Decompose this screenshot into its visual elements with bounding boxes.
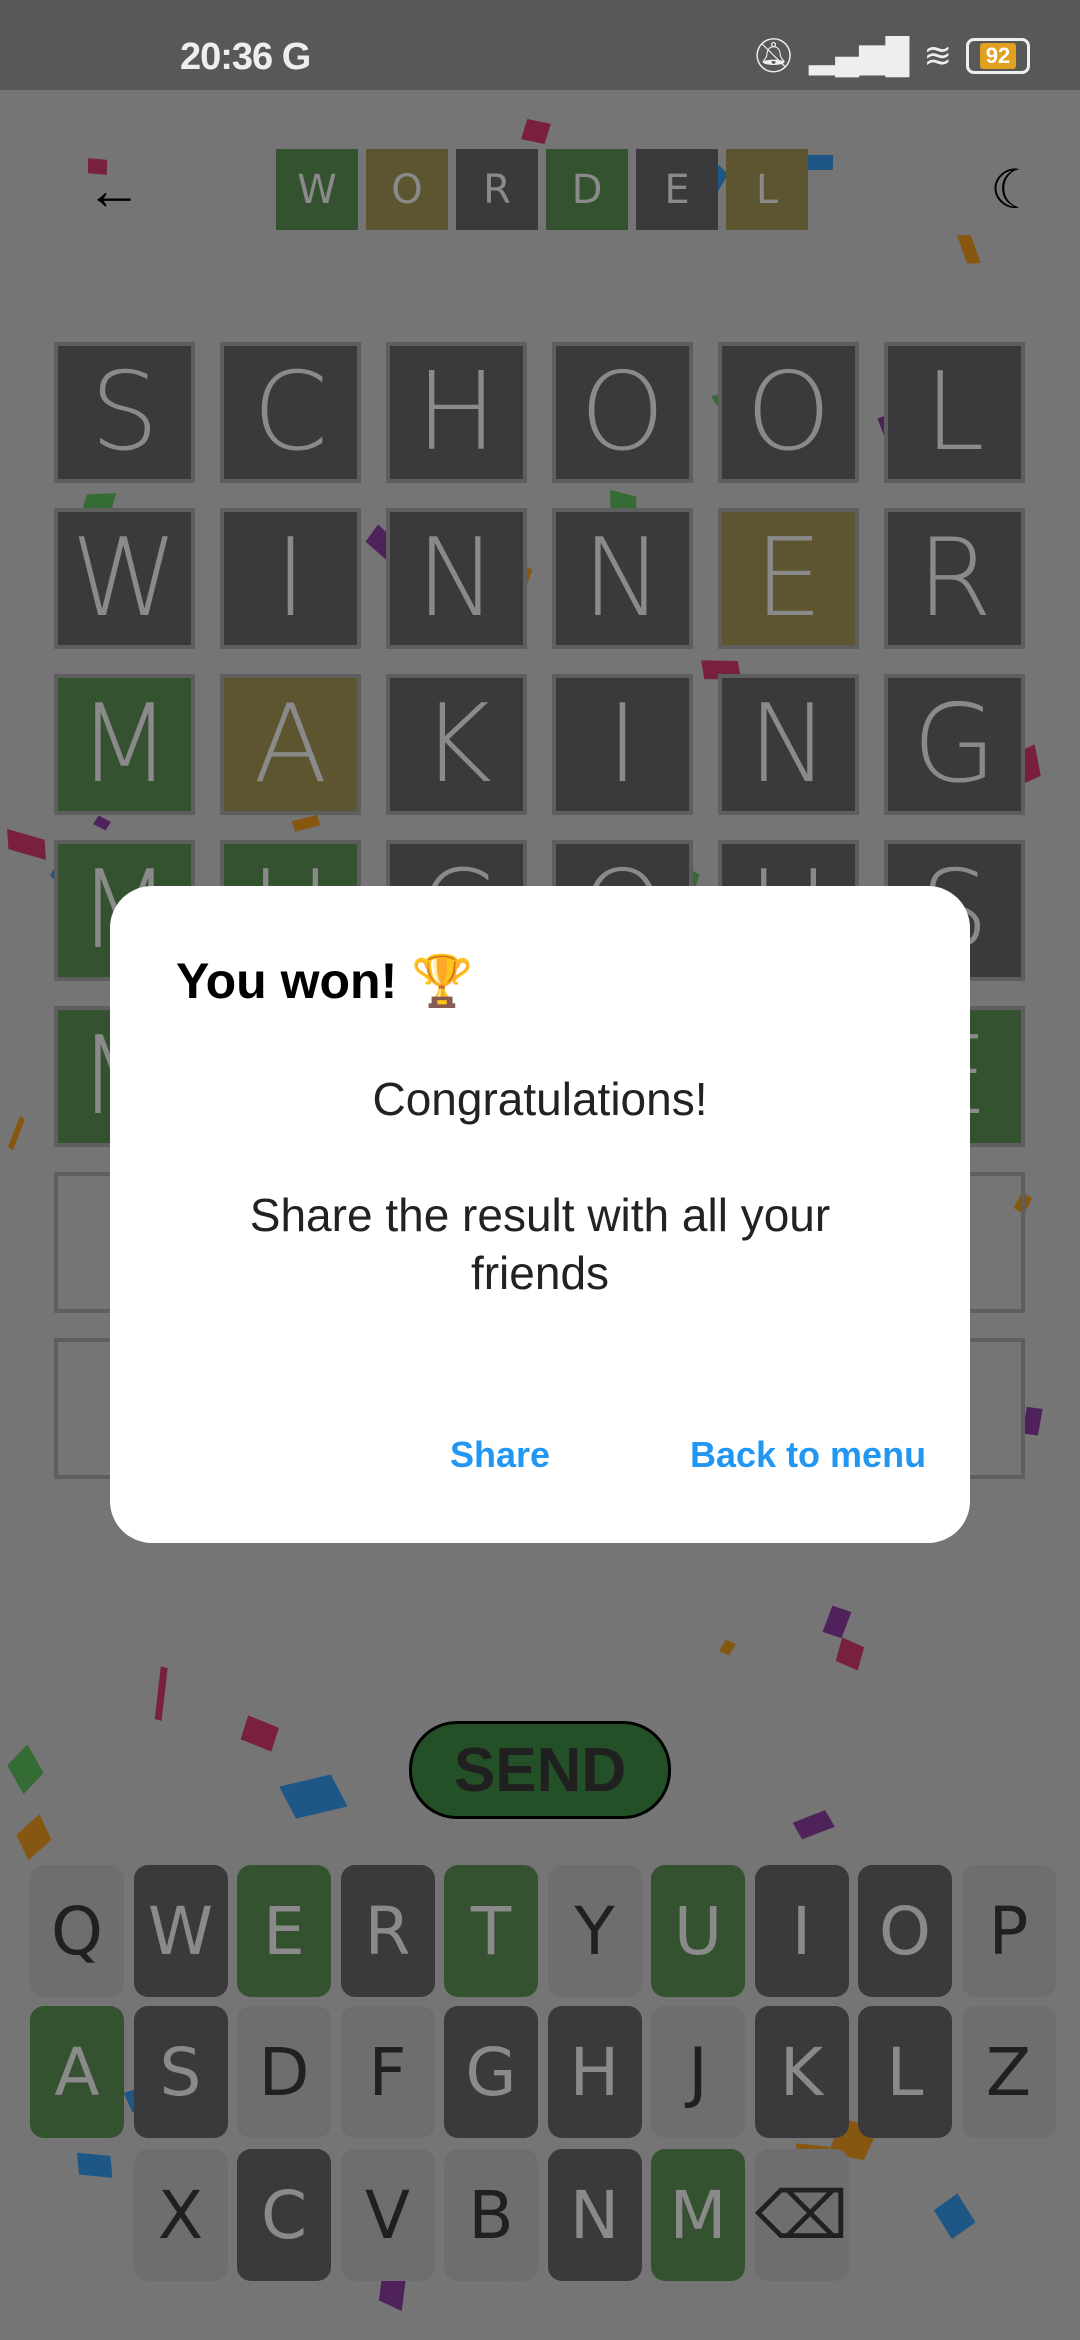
dark-mode-moon-icon[interactable]: ☾: [990, 149, 1038, 231]
grid-tile: W: [54, 508, 195, 649]
confetti-piece: [291, 815, 321, 832]
logo-letter: D: [546, 149, 628, 230]
wifi-icon: ≋: [923, 37, 953, 75]
confetti-piece: [7, 828, 47, 860]
grid-tile: K: [386, 674, 527, 815]
key-x[interactable]: X: [133, 2149, 228, 2281]
logo-letter: E: [636, 149, 718, 230]
grid-tile: L: [884, 342, 1025, 483]
key-c[interactable]: C: [237, 2149, 331, 2281]
confetti-piece: [957, 235, 982, 264]
grid-tile: A: [220, 674, 361, 815]
confetti-piece: [933, 2193, 976, 2240]
carrier-icon: G: [281, 36, 312, 78]
grid-tile: E: [718, 508, 859, 649]
win-dialog: You won! 🏆 Congratulations! Share the re…: [110, 886, 970, 1543]
header: ← WORDEL ☾: [0, 149, 1080, 231]
dialog-title: You won! 🏆: [176, 953, 474, 1009]
confetti-piece: [8, 1116, 26, 1151]
key-n[interactable]: N: [547, 2149, 642, 2281]
wordel-logo: WORDEL: [276, 149, 808, 230]
key-y[interactable]: Y: [547, 1865, 642, 1997]
battery-level: 92: [979, 43, 1017, 69]
grid-tile: O: [718, 342, 859, 483]
back-arrow-icon[interactable]: ←: [86, 149, 142, 231]
key-z[interactable]: Z: [961, 2006, 1056, 2138]
grid-tile: I: [220, 508, 361, 649]
key-k[interactable]: K: [754, 2006, 849, 2138]
confetti-piece: [15, 1814, 52, 1861]
grid-tile: R: [884, 508, 1025, 649]
key-b[interactable]: B: [444, 2149, 538, 2281]
key-g[interactable]: G: [444, 2006, 538, 2138]
key-h[interactable]: H: [547, 2006, 642, 2138]
confetti-piece: [520, 118, 551, 144]
confetti-piece: [791, 1810, 835, 1840]
grid-tile: O: [552, 342, 693, 483]
grid-tile: G: [884, 674, 1025, 815]
confetti-piece: [719, 1639, 737, 1656]
key-j[interactable]: J: [651, 2006, 745, 2138]
status-icons: 🔕︎ ▂▄▆█ ≋ 92: [752, 36, 1030, 76]
key-s[interactable]: S: [133, 2006, 228, 2138]
confetti-piece: [154, 1666, 168, 1721]
key-o[interactable]: O: [858, 1865, 952, 1997]
key-f[interactable]: F: [340, 2006, 435, 2138]
key-i[interactable]: I: [754, 1865, 849, 1997]
battery-icon: 92: [966, 38, 1030, 74]
key-a[interactable]: A: [30, 2006, 124, 2138]
key-p[interactable]: P: [961, 1865, 1056, 1997]
key-e[interactable]: E: [237, 1865, 331, 1997]
grid-tile: M: [54, 674, 195, 815]
grid-tile: C: [220, 342, 361, 483]
logo-letter: L: [726, 149, 808, 230]
grid-tile: S: [54, 342, 195, 483]
confetti-piece: [835, 1637, 864, 1671]
status-bar: 20:36 G 🔕︎ ▂▄▆█ ≋ 92: [0, 0, 1080, 90]
share-button[interactable]: Share: [450, 1434, 550, 1476]
key-q[interactable]: Q: [30, 1865, 124, 1997]
key-l[interactable]: L: [858, 2006, 952, 2138]
confetti-piece: [822, 1605, 852, 1638]
dialog-congrats: Congratulations!: [372, 1073, 708, 1125]
send-button[interactable]: SEND: [409, 1721, 671, 1819]
confetti-piece: [1022, 1407, 1044, 1436]
key-r[interactable]: R: [340, 1865, 435, 1997]
grid-tile: I: [552, 674, 693, 815]
key-v[interactable]: V: [340, 2149, 435, 2281]
grid-tile: N: [718, 674, 859, 815]
grid-tile: H: [386, 342, 527, 483]
key-d[interactable]: D: [237, 2006, 331, 2138]
logo-letter: O: [366, 149, 448, 230]
dialog-message: Share the result with all your friends: [249, 1189, 831, 1299]
confetti-piece: [77, 2152, 113, 2178]
confetti-piece: [240, 1714, 279, 1752]
confetti-piece: [7, 1743, 44, 1794]
key-m[interactable]: M: [651, 2149, 745, 2281]
key-w[interactable]: W: [133, 1865, 228, 1997]
mute-icon: 🔕︎: [751, 37, 796, 75]
back-to-menu-button[interactable]: Back to menu: [690, 1434, 926, 1476]
logo-letter: W: [276, 149, 358, 230]
grid-tile: N: [552, 508, 693, 649]
status-time: 20:36 G: [180, 36, 312, 78]
confetti-piece: [278, 1774, 348, 1819]
logo-letter: R: [456, 149, 538, 230]
confetti-piece: [92, 815, 111, 831]
grid-tile: N: [386, 508, 527, 649]
signal-icon: ▂▄▆█: [809, 37, 910, 75]
key-u[interactable]: U: [651, 1865, 745, 1997]
key-t[interactable]: T: [444, 1865, 538, 1997]
backspace-key[interactable]: ⌫: [754, 2149, 849, 2281]
